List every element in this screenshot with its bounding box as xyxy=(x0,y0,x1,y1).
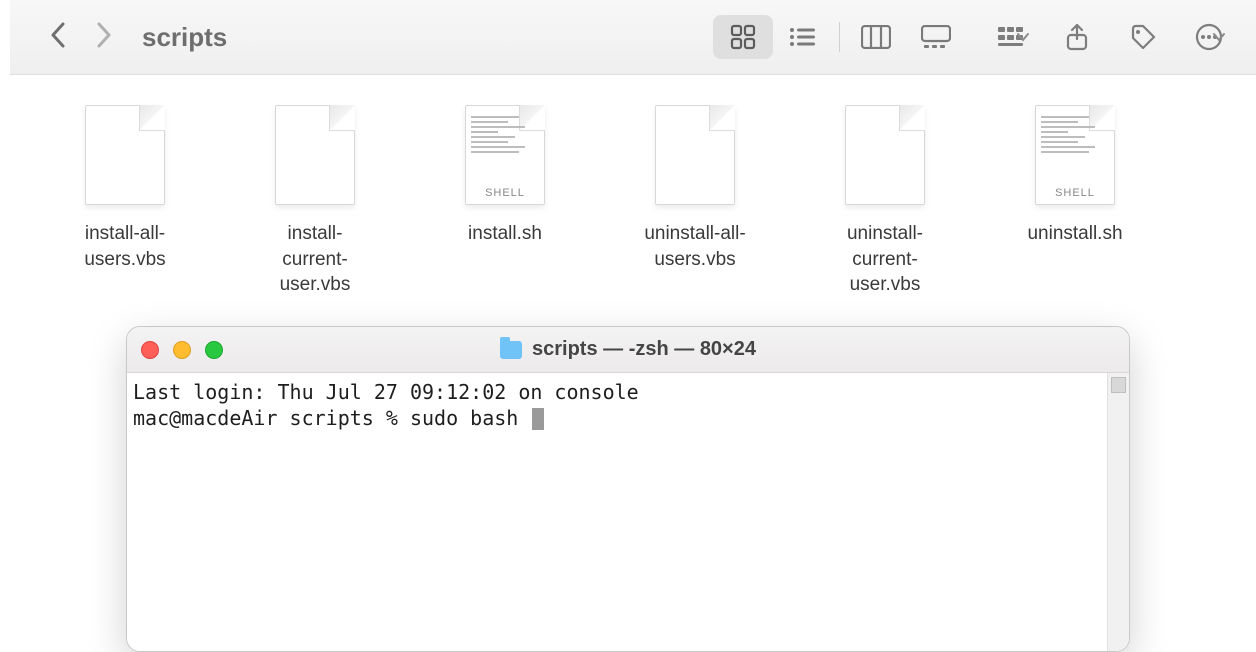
file-label: uninstall-current-user.vbs xyxy=(830,221,940,298)
file-type-badge: SHELL xyxy=(465,187,545,199)
chevron-down-icon xyxy=(1212,30,1226,44)
file-label: uninstall.sh xyxy=(1027,221,1122,247)
terminal-window[interactable]: scripts — -zsh — 80×24 Last login: Thu J… xyxy=(126,326,1130,652)
terminal-body[interactable]: Last login: Thu Jul 27 09:12:02 on conso… xyxy=(127,373,1129,651)
folder-title: scripts xyxy=(142,22,713,53)
terminal-title: scripts — -zsh — 80×24 xyxy=(500,338,756,361)
files-area: install-all-users.vbs install-current-us… xyxy=(10,75,1256,328)
file-item[interactable]: install-current-user.vbs xyxy=(260,105,370,298)
cursor xyxy=(532,408,544,430)
terminal-text[interactable]: Last login: Thu Jul 27 09:12:02 on conso… xyxy=(127,373,1107,651)
shell-file-icon: SHELL xyxy=(465,105,545,205)
scrollbar-thumb[interactable] xyxy=(1111,377,1126,393)
list-view-button[interactable] xyxy=(773,15,833,59)
file-icon xyxy=(275,105,355,205)
close-button[interactable] xyxy=(141,341,159,359)
divider xyxy=(839,22,840,52)
view-mode-group xyxy=(713,15,966,59)
file-label: uninstall-all-users.vbs xyxy=(640,221,750,272)
file-label: install-all-users.vbs xyxy=(70,221,180,272)
share-button[interactable] xyxy=(1058,18,1096,56)
file-item[interactable]: SHELL uninstall.sh xyxy=(1020,105,1130,298)
action-menu-button[interactable] xyxy=(1190,18,1226,56)
forward-button[interactable] xyxy=(96,22,112,53)
file-label: install.sh xyxy=(468,221,542,247)
group-by-button[interactable] xyxy=(994,18,1030,56)
file-icon xyxy=(85,105,165,205)
terminal-output-line: Last login: Thu Jul 27 09:12:02 on conso… xyxy=(133,380,639,404)
icon-view-button[interactable] xyxy=(713,15,773,59)
terminal-scrollbar[interactable] xyxy=(1107,373,1129,651)
chevron-down-icon xyxy=(1016,30,1030,44)
file-item[interactable]: SHELL install.sh xyxy=(450,105,560,298)
back-button[interactable] xyxy=(50,22,66,53)
terminal-prompt: mac@macdeAir scripts % xyxy=(133,406,410,430)
window-controls xyxy=(141,341,223,359)
file-icon xyxy=(655,105,735,205)
shell-file-icon: SHELL xyxy=(1035,105,1115,205)
file-type-badge: SHELL xyxy=(1035,187,1115,199)
terminal-command: sudo bash xyxy=(410,406,530,430)
file-item[interactable]: uninstall-all-users.vbs xyxy=(640,105,750,298)
gallery-view-button[interactable] xyxy=(906,15,966,59)
tags-button[interactable] xyxy=(1124,18,1162,56)
column-view-button[interactable] xyxy=(846,15,906,59)
file-item[interactable]: install-all-users.vbs xyxy=(70,105,180,298)
minimize-button[interactable] xyxy=(173,341,191,359)
terminal-titlebar[interactable]: scripts — -zsh — 80×24 xyxy=(127,327,1129,373)
file-item[interactable]: uninstall-current-user.vbs xyxy=(830,105,940,298)
terminal-title-text: scripts — -zsh — 80×24 xyxy=(532,338,756,361)
zoom-button[interactable] xyxy=(205,341,223,359)
file-icon xyxy=(845,105,925,205)
finder-window: scripts xyxy=(10,0,1256,328)
folder-icon xyxy=(500,341,522,359)
file-label: install-current-user.vbs xyxy=(260,221,370,298)
finder-toolbar: scripts xyxy=(10,0,1256,75)
